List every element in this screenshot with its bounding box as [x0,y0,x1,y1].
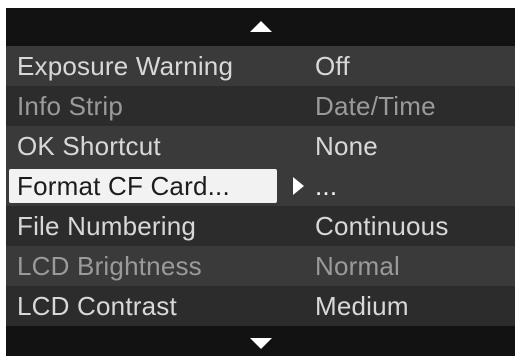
menu-item-value: Continuous [315,211,449,241]
menu-item-exposure-warning[interactable]: Exposure Warning Off [6,46,515,86]
menu-item-ok-shortcut[interactable]: OK Shortcut None [6,126,515,166]
menu-item-value: Normal [315,251,400,281]
camera-menu-screen: Exposure Warning Off Info Strip Date/Tim… [6,8,515,356]
scroll-down-area[interactable] [6,332,515,356]
menu-item-file-numbering[interactable]: File Numbering Continuous [6,206,515,246]
menu-item-label: LCD Brightness [17,251,202,281]
triangle-down-icon[interactable] [249,338,272,349]
menu-item-value: Date/Time [315,91,436,121]
triangle-up-icon[interactable] [249,21,272,32]
menu-item-lcd-contrast[interactable]: LCD Contrast Medium [6,286,515,326]
scroll-up-area[interactable] [6,8,515,46]
menu-item-value: ... [315,171,338,201]
menu-item-format-cf-card[interactable]: Format CF Card... ... [6,166,515,206]
menu-item-label: Format CF Card... [17,171,230,201]
triangle-right-icon [293,177,304,195]
menu-item-label: File Numbering [17,211,197,241]
menu-item-label: Exposure Warning [17,51,234,81]
menu-item-lcd-brightness[interactable]: LCD Brightness Normal [6,246,515,286]
menu-item-label: Info Strip [17,91,124,121]
menu-item-label: OK Shortcut [17,131,161,161]
menu-item-value: None [315,131,378,161]
menu-item-info-strip[interactable]: Info Strip Date/Time [6,86,515,126]
menu-list: Exposure Warning Off Info Strip Date/Tim… [6,46,515,326]
menu-item-value: Off [315,51,350,81]
menu-item-label: LCD Contrast [17,291,177,321]
menu-item-value: Medium [315,291,409,321]
